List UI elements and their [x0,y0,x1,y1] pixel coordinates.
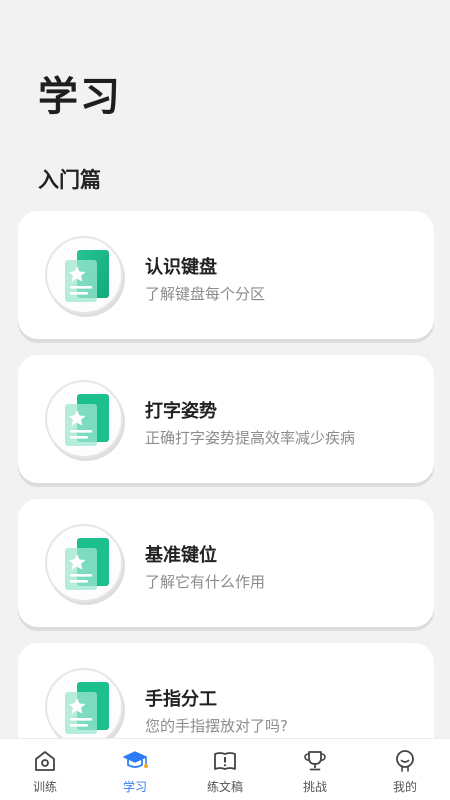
tab-label: 练文稿 [206,780,243,794]
tab-train[interactable]: 训练 [0,739,90,800]
home-icon [35,751,55,771]
lesson-title: 认识键盘 [145,257,217,278]
lesson-icon [45,236,123,314]
lesson-card-keyboard[interactable]: 认识键盘 了解键盘每个分区 [18,211,434,339]
tab-label: 训练 [32,780,57,794]
lesson-title: 基准键位 [145,545,217,566]
lesson-subtitle: 了解它有什么作用 [145,573,266,591]
tab-mine[interactable]: 我的 [360,739,450,800]
lesson-icon [45,380,123,458]
document-star-icon [65,250,109,302]
page-title: 学习 [38,74,122,120]
tab-label: 我的 [392,780,417,794]
lesson-card-posture[interactable]: 打字姿势 正确打字姿势提高效率减少疾病 [18,355,434,483]
lesson-subtitle: 了解键盘每个分区 [145,285,266,303]
trophy-icon [304,751,326,771]
lesson-subtitle: 您的手指摆放对了吗? [145,717,288,735]
lesson-title: 手指分工 [145,689,217,710]
document-star-icon [65,538,109,590]
tab-label: 挑战 [302,780,327,794]
lesson-list: 认识键盘 了解键盘每个分区 打字姿势 正确打字姿势提高效率减少疾病 基准键位 了… [18,211,434,787]
user-icon [396,750,414,772]
lesson-icon [45,524,123,602]
document-star-icon [65,394,109,446]
lesson-subtitle: 正确打字姿势提高效率减少疾病 [145,429,356,447]
document-star-icon [65,682,109,734]
tab-practice-text[interactable]: 练文稿 [180,739,270,800]
tab-challenge[interactable]: 挑战 [270,739,360,800]
bottom-tab-bar: 训练 学习 练文稿 挑战 我的 [0,738,450,800]
graduation-cap-icon [123,751,148,768]
lesson-icon [45,668,123,746]
tab-label: 学习 [122,780,147,794]
book-alert-icon [214,752,236,770]
tab-learn[interactable]: 学习 [90,739,180,800]
section-title: 入门篇 [38,168,101,192]
lesson-card-home-row[interactable]: 基准键位 了解它有什么作用 [18,499,434,627]
lesson-title: 打字姿势 [145,401,217,422]
